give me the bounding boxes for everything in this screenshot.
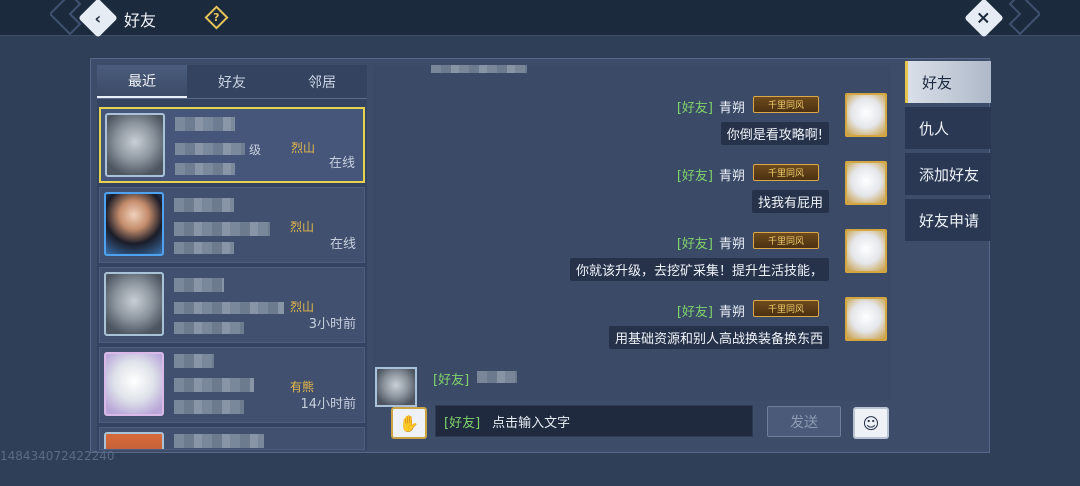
blurred-info xyxy=(174,322,244,334)
emoji-icon: ☺ xyxy=(862,413,880,433)
blurred-level xyxy=(174,378,254,392)
blurred-info xyxy=(175,163,235,175)
chat-input[interactable]: [好友] 点击输入文字 xyxy=(435,405,753,437)
blurred-level xyxy=(174,302,284,314)
side-item-friend-requests[interactable]: 好友申请 xyxy=(905,199,991,241)
tab-recent[interactable]: 最近 xyxy=(97,65,187,98)
sender-name[interactable]: 青朔 xyxy=(719,97,745,116)
title-badge: 千里同风 xyxy=(753,300,819,317)
message-bubble: 你就该升级，去挖矿采集！提升生活技能， xyxy=(569,258,829,281)
chat-log[interactable]: [好友] 青朔 千里同风 你倒是看攻略啊! [好友] 青朔 千里同风 找我有屁用… xyxy=(373,65,891,407)
status-label: 3小时前 xyxy=(308,317,356,332)
avatar xyxy=(104,192,164,256)
chat-input-row: ✋ [好友] 点击输入文字 发送 ☺ xyxy=(373,401,891,447)
status-label: 14小时前 xyxy=(300,397,356,412)
friends-panel: 最近 好友 邻居 级 烈山 在线 烈山 在线 烈山 3小时前 有熊 14小时前 … xyxy=(90,58,991,453)
side-item-friends[interactable]: 好友 xyxy=(905,61,991,103)
title-badge: 千里同风 xyxy=(753,232,819,249)
input-placeholder: 点击输入文字 xyxy=(492,415,571,431)
voice-button[interactable]: ✋ xyxy=(391,407,427,439)
blurred-previous-message xyxy=(431,65,527,73)
contact-item[interactable]: 有熊 14小时前 xyxy=(99,347,365,423)
blurred-level xyxy=(174,222,270,236)
contact-tabs: 最近 好友 邻居 xyxy=(97,65,367,99)
contact-item[interactable] xyxy=(99,427,365,450)
avatar[interactable] xyxy=(845,93,887,137)
avatar xyxy=(104,352,164,416)
side-menu: 好友 仇人 添加好友 好友申请 xyxy=(905,61,991,245)
contact-list: 最近 好友 邻居 级 烈山 在线 烈山 在线 烈山 3小时前 有熊 14小时前 xyxy=(97,65,367,450)
close-icon: × xyxy=(976,7,992,29)
avatar xyxy=(104,272,164,336)
avatar[interactable] xyxy=(845,161,887,205)
blurred-name xyxy=(477,371,517,383)
channel-tag: [好友] xyxy=(676,305,713,320)
avatar xyxy=(105,113,165,177)
message-bubble: 用基础资源和别人高战换装备换东西 xyxy=(608,326,829,349)
channel-tag: [好友] xyxy=(676,237,713,252)
page-title: 好友 xyxy=(124,11,157,30)
chat-message: [好友] 青朔 千里同风 你就该升级，去挖矿采集！提升生活技能， xyxy=(373,229,891,291)
chat-message: [好友] 青朔 千里同风 你倒是看攻略啊! xyxy=(373,93,891,155)
level-label: 级 xyxy=(249,143,262,157)
chevron-left-icon: ‹ xyxy=(94,8,102,28)
emoji-button[interactable]: ☺ xyxy=(853,407,889,439)
side-item-add-friend[interactable]: 添加好友 xyxy=(905,153,991,195)
watermark-id: 148434072422240 xyxy=(0,449,115,463)
question-diamond-icon[interactable]: ? xyxy=(204,5,229,30)
sender-name[interactable]: 青朔 xyxy=(719,233,745,252)
microphone-icon: ✋ xyxy=(399,413,419,433)
avatar xyxy=(104,432,164,449)
blurred-info xyxy=(174,242,234,254)
guild-label: 烈山 xyxy=(290,220,315,234)
blurred-name xyxy=(174,278,224,292)
contact-item[interactable]: 烈山 在线 xyxy=(99,187,365,263)
tab-neighbors[interactable]: 邻居 xyxy=(277,65,367,98)
blurred-info xyxy=(174,400,244,414)
message-bubble: 找我有屁用 xyxy=(751,190,829,213)
top-bar: ‹ 好友 ? × xyxy=(0,0,1080,38)
side-item-enemies[interactable]: 仇人 xyxy=(905,107,991,149)
blurred-name xyxy=(174,354,214,368)
avatar[interactable] xyxy=(845,297,887,341)
tab-friends[interactable]: 好友 xyxy=(187,65,277,98)
status-label: 在线 xyxy=(328,156,355,171)
chat-message: [好友] xyxy=(373,363,673,407)
blurred-name xyxy=(174,198,234,212)
chat-message: [好友] 青朔 千里同风 用基础资源和别人高战换装备换东西 xyxy=(373,297,891,359)
contact-item[interactable]: 级 烈山 在线 xyxy=(99,107,365,183)
contact-item[interactable]: 烈山 3小时前 xyxy=(99,267,365,343)
chat-message: [好友] 青朔 千里同风 找我有屁用 xyxy=(373,161,891,223)
title-badge: 千里同风 xyxy=(753,164,819,181)
send-button[interactable]: 发送 xyxy=(767,406,841,437)
blurred-level xyxy=(175,143,245,155)
channel-tag: [好友] xyxy=(444,415,481,431)
channel-tag: [好友] xyxy=(433,373,470,388)
message-bubble: 你倒是看攻略啊! xyxy=(720,122,829,145)
channel-tag: [好友] xyxy=(676,101,713,116)
sender-name[interactable]: 青朔 xyxy=(719,165,745,184)
status-label: 在线 xyxy=(329,237,356,252)
channel-tag: [好友] xyxy=(676,169,713,184)
title-badge: 千里同风 xyxy=(753,96,819,113)
blurred-name xyxy=(174,434,264,448)
avatar[interactable] xyxy=(845,229,887,273)
sender-name[interactable]: 青朔 xyxy=(719,301,745,320)
guild-label: 烈山 xyxy=(291,141,316,155)
blurred-name xyxy=(175,117,235,131)
